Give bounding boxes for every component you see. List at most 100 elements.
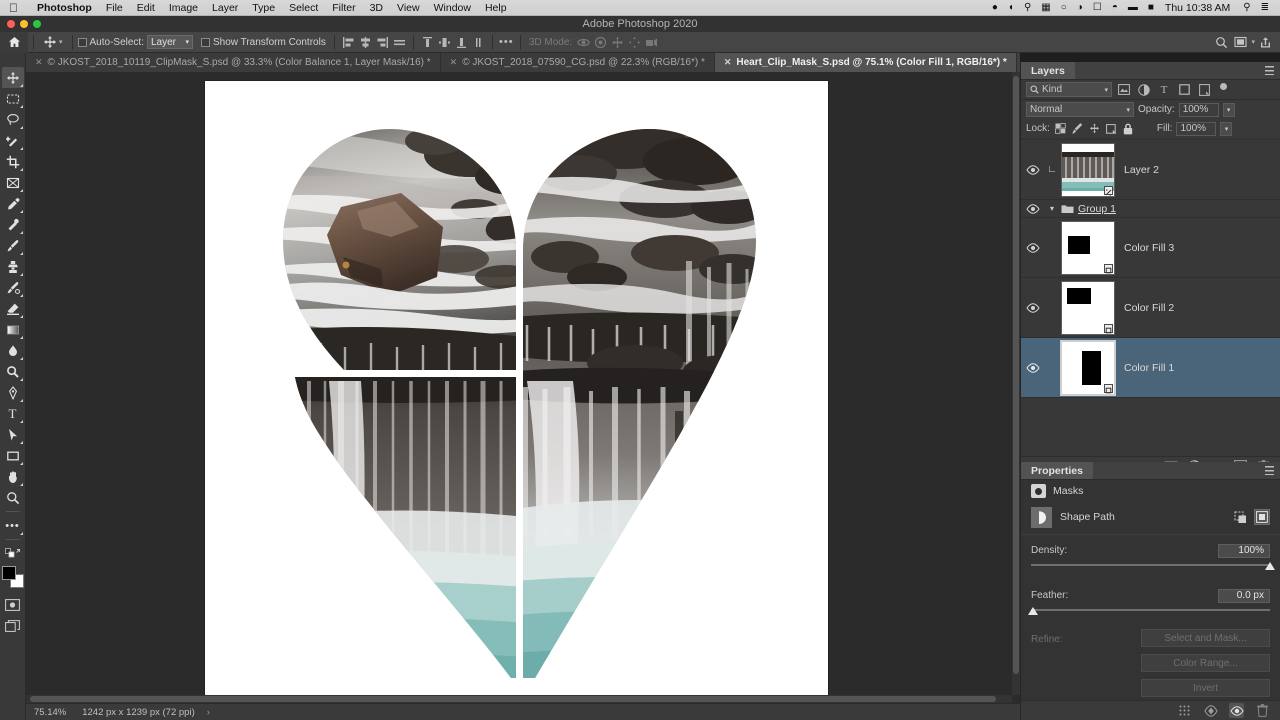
feather-slider[interactable] xyxy=(1031,607,1270,619)
vector-mask-thumbnail[interactable] xyxy=(1061,281,1115,335)
density-slider[interactable] xyxy=(1031,562,1270,574)
status-expand-arrow-icon[interactable]: › xyxy=(201,707,216,718)
layer-list[interactable]: ∟ xyxy=(1021,140,1280,456)
zoom-level[interactable]: 75.14% xyxy=(26,707,76,718)
document-tab-cg[interactable]: ✕ © JKOST_2018_07590_CG.psd @ 22.3% (RGB… xyxy=(441,53,715,72)
dodge-tool[interactable] xyxy=(2,361,24,382)
shape-path-thumbnail[interactable] xyxy=(1031,507,1052,528)
canvas-area[interactable] xyxy=(26,72,1020,703)
tab-properties[interactable]: Properties xyxy=(1021,462,1093,479)
layer-thumbnail[interactable] xyxy=(1061,143,1115,197)
feather-value[interactable]: 0.0 px xyxy=(1218,589,1270,603)
history-brush-tool[interactable] xyxy=(2,277,24,298)
menu-item-view[interactable]: View xyxy=(390,0,427,16)
auto-select-target-dropdown[interactable]: Layer ▾ xyxy=(147,35,193,49)
document-dimensions[interactable]: 1242 px x 1239 px (72 ppi) xyxy=(76,707,201,718)
align-horizontal-centers-icon[interactable] xyxy=(357,34,374,51)
dropbox-icon[interactable]: ○ xyxy=(1056,0,1072,16)
screen-mode-icon[interactable] xyxy=(2,615,24,636)
layer-visibility-toggle[interactable] xyxy=(1021,165,1045,175)
foreground-background-color-swatches[interactable] xyxy=(2,566,24,588)
close-icon[interactable]: ✕ xyxy=(35,57,43,68)
foreground-color-swatch[interactable] xyxy=(2,566,16,580)
canvas-horizontal-scroll-thumb[interactable] xyxy=(30,696,996,702)
group-name[interactable]: Group 1 xyxy=(1075,203,1116,215)
path-selection-tool[interactable] xyxy=(2,424,24,445)
close-icon[interactable]: ✕ xyxy=(724,57,732,68)
distribute-vertical-centers-icon[interactable] xyxy=(436,34,453,51)
mask-options-icon[interactable] xyxy=(1177,703,1192,718)
zoom-tool[interactable] xyxy=(2,487,24,508)
record-icon[interactable]: ● xyxy=(987,0,1003,16)
lasso-tool[interactable] xyxy=(2,109,24,130)
quick-selection-tool[interactable] xyxy=(2,130,24,151)
workspace-switcher-icon[interactable] xyxy=(1232,34,1249,51)
show-transform-controls-checkbox[interactable] xyxy=(201,38,210,47)
quick-mask-icon[interactable] xyxy=(2,594,24,615)
feather-slider-handle[interactable] xyxy=(1028,607,1038,615)
clock[interactable]: Thu 10:38 AM xyxy=(1159,2,1238,14)
menu-item-type[interactable]: Type xyxy=(245,0,282,16)
apple-logo-icon[interactable]:  xyxy=(9,2,18,14)
lock-image-pixels-icon[interactable] xyxy=(1071,122,1084,135)
invert-mask-button[interactable]: Invert xyxy=(1141,679,1270,697)
adjustment-layer-filter-icon[interactable] xyxy=(1136,82,1152,97)
rectangular-marquee-tool[interactable] xyxy=(2,88,24,109)
move-tool[interactable] xyxy=(2,67,24,88)
lock-position-icon[interactable] xyxy=(1088,122,1101,135)
menu-item-window[interactable]: Window xyxy=(427,0,478,16)
select-mask-icon[interactable] xyxy=(1254,509,1270,525)
pixel-layer-filter-icon[interactable] xyxy=(1116,82,1132,97)
filter-enable-toggle[interactable] xyxy=(1219,83,1228,97)
hand-tool[interactable] xyxy=(2,466,24,487)
opacity-input[interactable]: 100% xyxy=(1179,103,1219,117)
layer-name[interactable]: Color Fill 3 xyxy=(1117,242,1174,254)
density-slider-handle[interactable] xyxy=(1265,562,1275,570)
layer-thumbnail-container[interactable] xyxy=(1059,143,1117,197)
rectangle-tool[interactable] xyxy=(2,445,24,466)
layers-panel-menu-icon[interactable] xyxy=(1265,62,1280,79)
vector-mask-thumbnail[interactable] xyxy=(1061,341,1115,395)
spot-healing-brush-tool[interactable] xyxy=(2,214,24,235)
brush-tool[interactable] xyxy=(2,235,24,256)
smart-object-filter-icon[interactable] xyxy=(1196,82,1212,97)
lock-all-icon[interactable] xyxy=(1122,122,1135,135)
opacity-stepper[interactable]: ▾ xyxy=(1223,103,1235,117)
layer-filter-kind-dropdown[interactable]: Kind ▾ xyxy=(1026,82,1112,97)
display-icon[interactable]: ▦ xyxy=(1036,0,1055,16)
layer-name[interactable]: Color Fill 2 xyxy=(1117,302,1174,314)
pen-tool[interactable] xyxy=(2,382,24,403)
document-tab-clipmask[interactable]: ✕ © JKOST_2018_10119_ClipMask_S.psd @ 33… xyxy=(26,53,441,72)
menu-item-help[interactable]: Help xyxy=(478,0,514,16)
layer-row-layer-2[interactable]: ∟ xyxy=(1021,140,1280,200)
layer-visibility-toggle[interactable] xyxy=(1021,303,1045,313)
layer-thumbnail-container[interactable] xyxy=(1059,221,1117,275)
layer-row-color-fill-1[interactable]: Color Fill 1 xyxy=(1021,338,1280,398)
wifi-icon[interactable]: ◓ xyxy=(1107,0,1123,16)
layer-name[interactable]: Layer 2 xyxy=(1117,164,1159,176)
tab-layers[interactable]: Layers xyxy=(1021,62,1075,79)
gradient-tool[interactable] xyxy=(2,319,24,340)
frame-tool[interactable] xyxy=(2,172,24,193)
menu-item-3d[interactable]: 3D xyxy=(363,0,390,16)
layer-thumbnail-container[interactable] xyxy=(1059,281,1117,335)
canvas-vertical-scroll-thumb[interactable] xyxy=(1013,76,1019,674)
layer-row-color-fill-2[interactable]: Color Fill 2 xyxy=(1021,278,1280,338)
airplay-icon[interactable]: ☐ xyxy=(1088,0,1107,16)
distribute-left-edges-icon[interactable] xyxy=(470,34,487,51)
search-spotlight-icon[interactable]: ⚲ xyxy=(1019,0,1036,16)
menu-item-photoshop[interactable]: Photoshop xyxy=(30,0,99,16)
fill-input[interactable]: 100% xyxy=(1176,122,1216,136)
eraser-tool[interactable] xyxy=(2,298,24,319)
menu-item-layer[interactable]: Layer xyxy=(205,0,245,16)
distribute-bottom-edges-icon[interactable] xyxy=(453,34,470,51)
edit-toolbar-tool[interactable]: ••• xyxy=(2,515,24,536)
density-value[interactable]: 100% xyxy=(1218,544,1270,558)
close-icon[interactable]: ✕ xyxy=(450,57,458,68)
apply-mask-icon[interactable] xyxy=(1203,703,1218,718)
ellipsis-icon[interactable]: ••• xyxy=(498,34,515,51)
menu-item-image[interactable]: Image xyxy=(162,0,205,16)
home-icon[interactable] xyxy=(0,32,28,53)
delete-mask-icon[interactable] xyxy=(1255,703,1270,718)
menu-item-select[interactable]: Select xyxy=(282,0,325,16)
